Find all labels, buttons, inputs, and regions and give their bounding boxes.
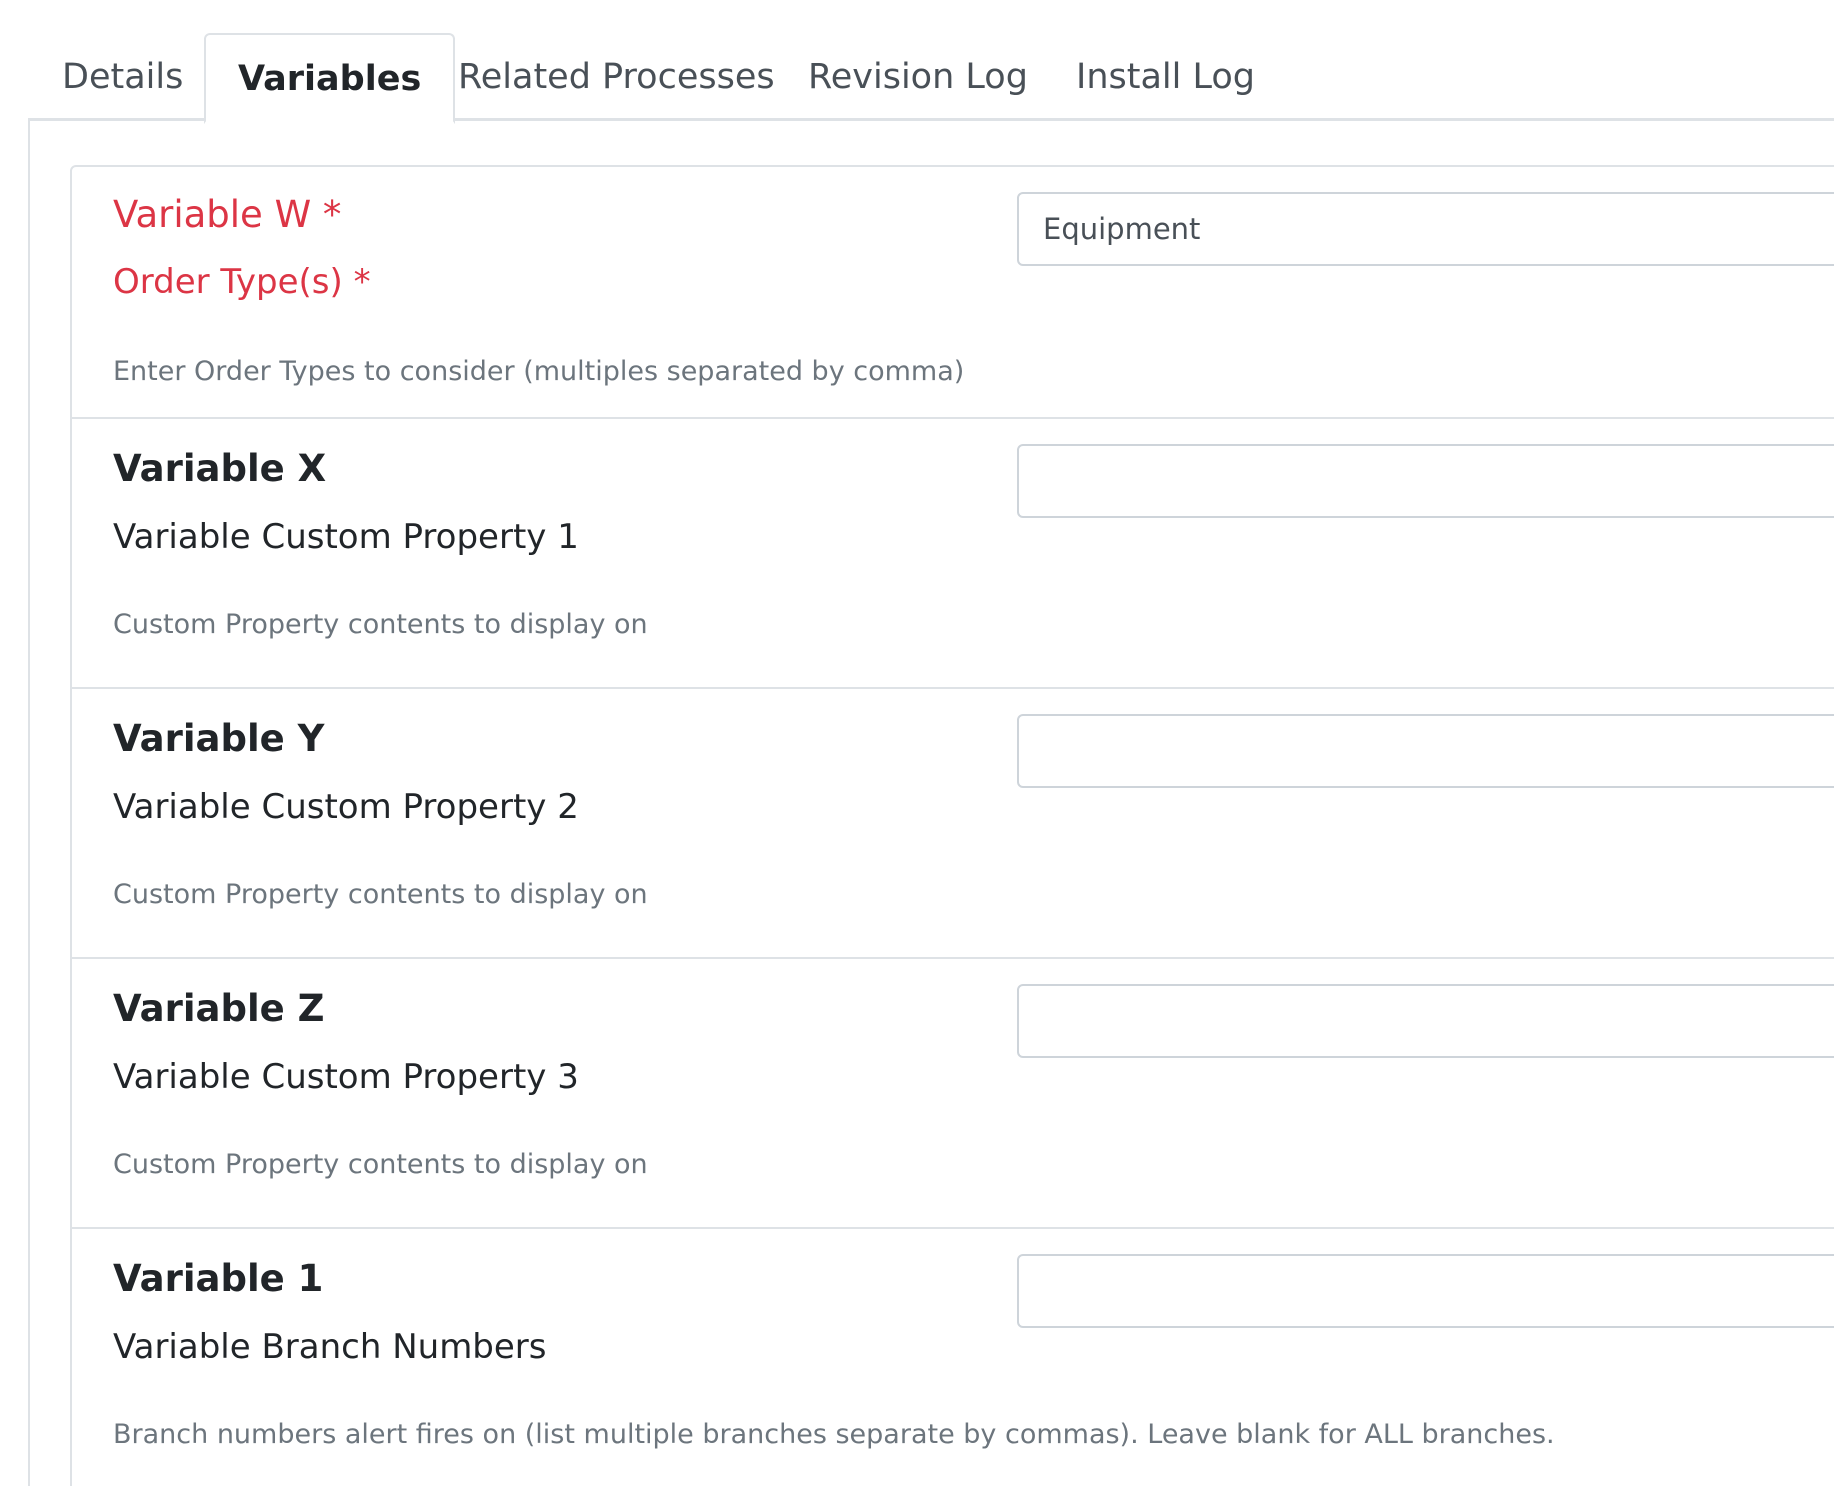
variable-title: Variable Custom Property 3 <box>113 1057 579 1097</box>
variable-row-w: Variable W * Order Type(s) * Enter Order… <box>72 167 1834 419</box>
tab-revision-log[interactable]: Revision Log <box>808 33 1028 121</box>
variable-title: Variable Branch Numbers <box>113 1327 547 1367</box>
variable-w-input[interactable] <box>1017 192 1834 266</box>
tab-details[interactable]: Details <box>62 33 183 121</box>
variable-z-input[interactable] <box>1017 984 1834 1058</box>
variable-help: Enter Order Types to consider (multiples… <box>113 356 965 387</box>
tab-related-processes[interactable]: Related Processes <box>458 33 775 121</box>
variable-name: Variable 1 <box>113 1257 324 1300</box>
variable-name: Variable X <box>113 447 327 490</box>
variable-title: Order Type(s) * <box>113 262 371 302</box>
variable-row-1: Variable 1 Variable Branch Numbers Branc… <box>72 1229 1834 1486</box>
tab-variables[interactable]: Variables <box>204 33 456 124</box>
tab-bar: Details Variables Related Processes Revi… <box>28 33 1834 124</box>
variable-row-z: Variable Z Variable Custom Property 3 Cu… <box>72 959 1834 1229</box>
variable-1-input[interactable] <box>1017 1254 1834 1328</box>
variable-help: Custom Property contents to display on <box>113 1149 648 1180</box>
variable-help: Custom Property contents to display on <box>113 879 648 910</box>
variable-y-input[interactable] <box>1017 714 1834 788</box>
variable-name: Variable Z <box>113 987 325 1030</box>
tab-install-log[interactable]: Install Log <box>1076 33 1255 121</box>
variable-name: Variable Y <box>113 717 325 760</box>
variable-help: Custom Property contents to display on <box>113 609 648 640</box>
page: Details Variables Related Processes Revi… <box>0 0 1834 1486</box>
variable-title: Variable Custom Property 1 <box>113 517 579 557</box>
variable-name: Variable W * <box>113 193 342 236</box>
variable-x-input[interactable] <box>1017 444 1834 518</box>
variables-card: Variable W * Order Type(s) * Enter Order… <box>70 165 1834 1486</box>
variable-title: Variable Custom Property 2 <box>113 787 579 827</box>
variable-row-x: Variable X Variable Custom Property 1 Cu… <box>72 419 1834 689</box>
variable-row-y: Variable Y Variable Custom Property 2 Cu… <box>72 689 1834 959</box>
variable-help: Branch numbers alert fires on (list mult… <box>113 1419 1555 1450</box>
